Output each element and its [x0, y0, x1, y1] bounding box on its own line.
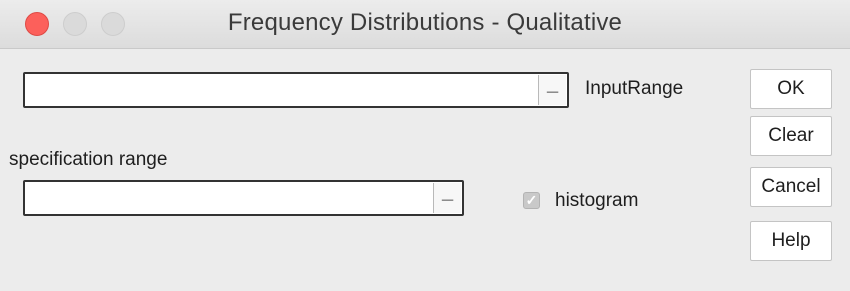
input-range-label: InputRange	[585, 78, 684, 99]
specification-range-input[interactable]	[31, 186, 430, 212]
help-button[interactable]: Help	[750, 221, 832, 261]
title-bar[interactable]: Frequency Distributions - Qualitative	[0, 0, 850, 49]
histogram-checkbox[interactable]: ✓	[523, 192, 540, 209]
dialog-window: Frequency Distributions - Qualitative _ …	[0, 0, 850, 291]
specification-range-field[interactable]: _	[23, 180, 464, 216]
input-range-field[interactable]: _	[23, 72, 569, 108]
input-range-input[interactable]	[31, 78, 535, 104]
histogram-label: histogram	[555, 190, 639, 211]
specification-range-label: specification range	[9, 149, 168, 170]
ok-button[interactable]: OK	[750, 69, 832, 109]
clear-button[interactable]: Clear	[750, 116, 832, 156]
input-range-picker-icon[interactable]: _	[538, 74, 566, 105]
specification-range-picker-icon[interactable]: _	[433, 182, 461, 213]
cancel-button[interactable]: Cancel	[750, 167, 832, 207]
window-title: Frequency Distributions - Qualitative	[227, 9, 623, 36]
